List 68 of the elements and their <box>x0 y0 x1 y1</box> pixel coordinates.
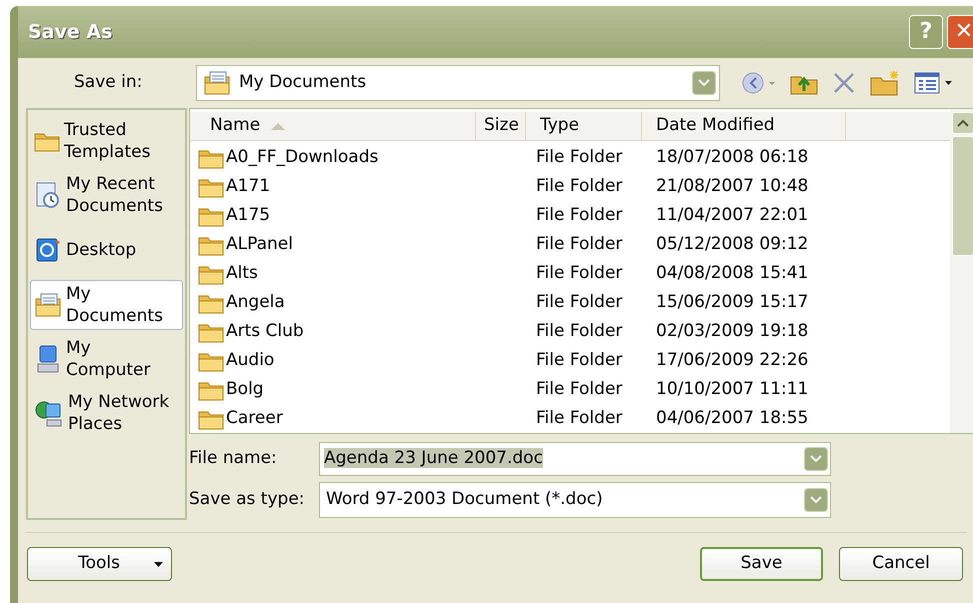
places-item[interactable]: My Recent Documents <box>30 170 183 220</box>
column-header[interactable]: Size <box>476 112 526 140</box>
file-name-cell[interactable]: Angela <box>226 290 285 316</box>
save-in-label: Save in: <box>73 71 144 94</box>
type-cell-text: File Folder <box>535 406 624 430</box>
file-name-cell[interactable]: Bolg <box>226 376 264 402</box>
file-name-cell[interactable]: A0_FF_Downloads <box>226 144 378 170</box>
file-name-label: File name: <box>189 447 278 470</box>
chevron-icon <box>810 496 822 504</box>
places-item[interactable]: Trusted Templates <box>30 116 183 166</box>
places-item[interactable]: My Computer <box>30 334 183 384</box>
dropdown-button[interactable] <box>804 447 828 471</box>
date-cell-text: 04/08/2008 15:41 <box>655 262 810 285</box>
clock-document-icon <box>34 181 62 209</box>
new-folder-icon[interactable] <box>870 70 900 96</box>
date-cell-text: 05/12/2008 09:12 <box>655 232 810 256</box>
column-header[interactable]: Date Modified <box>642 112 846 140</box>
type-cell-text: File Folder <box>535 204 624 227</box>
type-cell-text: File Folder <box>535 174 624 198</box>
cancel-button[interactable]: Cancel <box>839 547 963 581</box>
dropdown-button[interactable] <box>804 488 828 512</box>
date-cell-text: 02/03/2009 19:18 <box>655 320 810 343</box>
type-cell-text: File Folder <box>535 348 624 372</box>
date-cell-text: 10/10/2007 11:11 <box>655 378 810 401</box>
type-cell-text: File Folder <box>535 378 624 401</box>
type-cell-text: File Folder <box>535 232 624 256</box>
views-icon[interactable] <box>914 71 954 95</box>
date-cell-text: 17/06/2009 22:26 <box>655 348 810 372</box>
type-cell-text: File Folder <box>535 262 624 285</box>
save-button[interactable]: Save <box>700 547 823 581</box>
date-cell-text: 15/06/2009 15:17 <box>655 290 810 314</box>
close-button[interactable]: ✕ <box>947 15 973 49</box>
file-name-cell[interactable]: Alts <box>226 260 258 286</box>
save-as-type-label: Save as type: <box>189 488 306 512</box>
file-name-field[interactable]: Agenda 23 June 2007.doc <box>319 442 831 476</box>
type-cell-text: File Folder <box>535 146 624 169</box>
column-header[interactable]: Type <box>526 112 642 140</box>
sort-ascending-icon <box>270 122 286 130</box>
save-as-type-dropdown[interactable]: Word 97-2003 Document (*.doc) <box>319 482 831 518</box>
column-header[interactable]: Name <box>190 112 476 140</box>
scroll-up-icon[interactable] <box>957 119 969 127</box>
file-name-cell[interactable]: Career <box>226 406 283 432</box>
date-cell-text: 18/07/2008 06:18 <box>655 146 810 169</box>
chevron-icon <box>810 455 822 463</box>
date-cell-text: 04/06/2007 18:55 <box>655 406 810 430</box>
delete-icon[interactable] <box>832 71 856 95</box>
desktop-icon <box>34 236 62 264</box>
caret-icon <box>154 562 163 566</box>
scrollbar[interactable] <box>950 109 973 433</box>
back-icon[interactable] <box>742 72 776 94</box>
places-item[interactable]: My Network Places <box>30 388 183 438</box>
file-name-cell[interactable]: Audio <box>226 348 274 374</box>
type-cell-text: File Folder <box>535 290 624 314</box>
file-name-cell[interactable]: ALPanel <box>226 232 293 258</box>
dropdown-button[interactable] <box>692 71 716 95</box>
save-in-dropdown[interactable]: My Documents <box>196 65 720 101</box>
places-item[interactable]: Desktop <box>30 224 183 276</box>
window-title: Save As <box>28 20 112 45</box>
date-cell-text: 11/04/2007 22:01 <box>655 204 810 227</box>
chevron-icon <box>698 79 710 87</box>
date-cell-text: 21/08/2007 10:48 <box>655 174 810 198</box>
file-name-cell[interactable]: A171 <box>226 174 270 200</box>
type-cell-text: File Folder <box>535 320 624 343</box>
tools-button[interactable]: Tools <box>27 547 172 581</box>
file-name-cell[interactable]: Arts Club <box>226 318 304 344</box>
scroll-thumb[interactable] <box>952 136 973 256</box>
places-item[interactable]: My Documents <box>30 280 183 330</box>
file-name-cell[interactable]: A175 <box>226 202 270 228</box>
